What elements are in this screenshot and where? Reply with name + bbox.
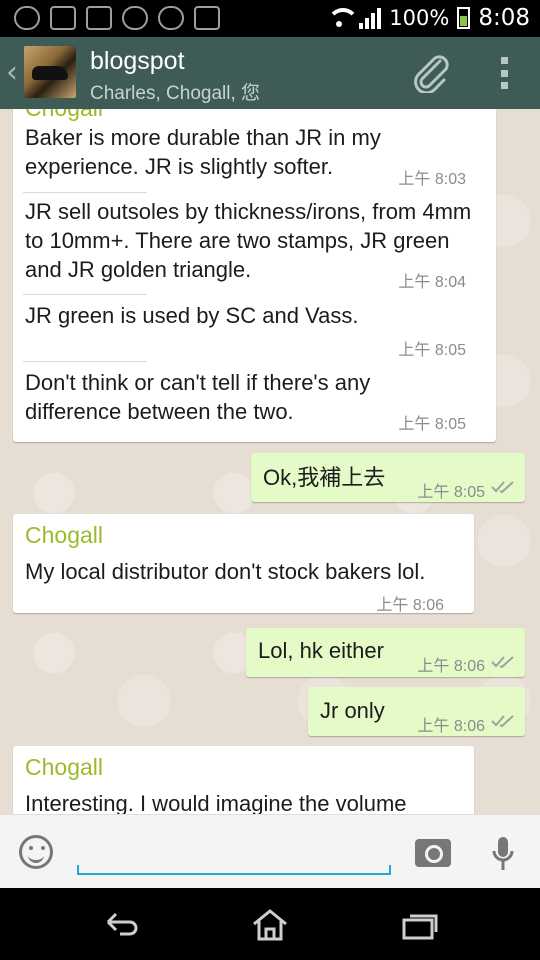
overflow-menu-icon[interactable] (498, 57, 510, 89)
notification-icons (14, 6, 220, 30)
paperclip-icon[interactable] (410, 53, 452, 93)
signal-icon (359, 7, 382, 29)
message-time: 上午 8:06 (376, 597, 444, 614)
read-receipt-icon (491, 715, 514, 728)
message-text: Don't think or can't tell if there's any… (25, 370, 371, 424)
chat-header: ‹ blogspot Charles, Chogall, 您 (0, 37, 540, 109)
message-bubble[interactable]: Chogall Interesting. I would imagine the… (13, 746, 474, 814)
message-time: 上午 8:03 (398, 171, 466, 188)
message-time: 上午 8:05 (417, 484, 485, 501)
message-input[interactable] (77, 833, 391, 875)
message-time: 上午 8:04 (398, 274, 466, 291)
message-list[interactable]: Chogall Baker is more durable than JR in… (0, 109, 540, 814)
back-icon[interactable]: ‹ (6, 55, 18, 90)
message-bubble[interactable]: Chogall My local distributor don't stock… (13, 514, 474, 614)
recent-apps-icon[interactable] (400, 908, 440, 942)
sender-name: Chogall (25, 754, 103, 780)
image-icon (86, 6, 112, 30)
home-nav-icon[interactable] (250, 908, 290, 942)
clock: 8:08 (478, 5, 530, 31)
message-text: Ok,我補上去 (263, 465, 386, 490)
divider (23, 192, 147, 193)
microphone-icon[interactable] (492, 837, 514, 873)
message-time: 上午 8:05 (398, 342, 466, 359)
read-receipt-icon (491, 656, 514, 669)
message-time: 上午 8:06 (417, 658, 485, 675)
message-bubble-outgoing[interactable]: Jr only 上午 8:06 (308, 687, 525, 736)
message-text: JR green is used by SC and Vass. (25, 303, 359, 328)
navigation-bar (0, 888, 540, 960)
status-bar: 100% 8:08 (0, 0, 540, 37)
cloud-icon (158, 6, 184, 30)
chat-title[interactable]: blogspot (90, 47, 185, 76)
compose-bar (0, 814, 540, 888)
message-text: Lol, hk either (258, 638, 384, 663)
group-avatar[interactable] (24, 46, 76, 98)
cloud-icon (122, 6, 148, 30)
message-bubble-outgoing[interactable]: Ok,我補上去 上午 8:05 (251, 453, 525, 502)
read-receipt-icon (491, 481, 514, 494)
divider (23, 361, 147, 362)
back-nav-icon[interactable] (100, 908, 140, 942)
message-text: Baker is more durable than JR in my expe… (25, 125, 381, 179)
chat-participants[interactable]: Charles, Chogall, 您 (90, 78, 260, 105)
checkbox-icon (50, 6, 76, 30)
emoji-icon[interactable] (19, 835, 53, 869)
message-bubble[interactable]: Chogall Baker is more durable than JR in… (13, 109, 496, 442)
message-text: Interesting. I would imagine the volume (25, 791, 407, 814)
message-text: Jr only (320, 698, 385, 723)
sender-name: Chogall (25, 109, 103, 122)
divider (23, 294, 147, 295)
camera-icon[interactable] (415, 839, 451, 867)
battery-icon (457, 7, 471, 29)
sender-name: Chogall (25, 522, 103, 548)
battery-percent: 100% (389, 6, 450, 30)
card-icon (194, 6, 220, 30)
system-status: 100% 8:08 (327, 5, 530, 31)
lightbulb-icon (14, 6, 40, 30)
message-time: 上午 8:05 (398, 416, 466, 433)
wifi-icon (327, 8, 360, 28)
message-time: 上午 8:06 (417, 718, 485, 735)
message-bubble-outgoing[interactable]: Lol, hk either 上午 8:06 (246, 628, 525, 677)
message-text: My local distributor don't stock bakers … (25, 559, 426, 584)
